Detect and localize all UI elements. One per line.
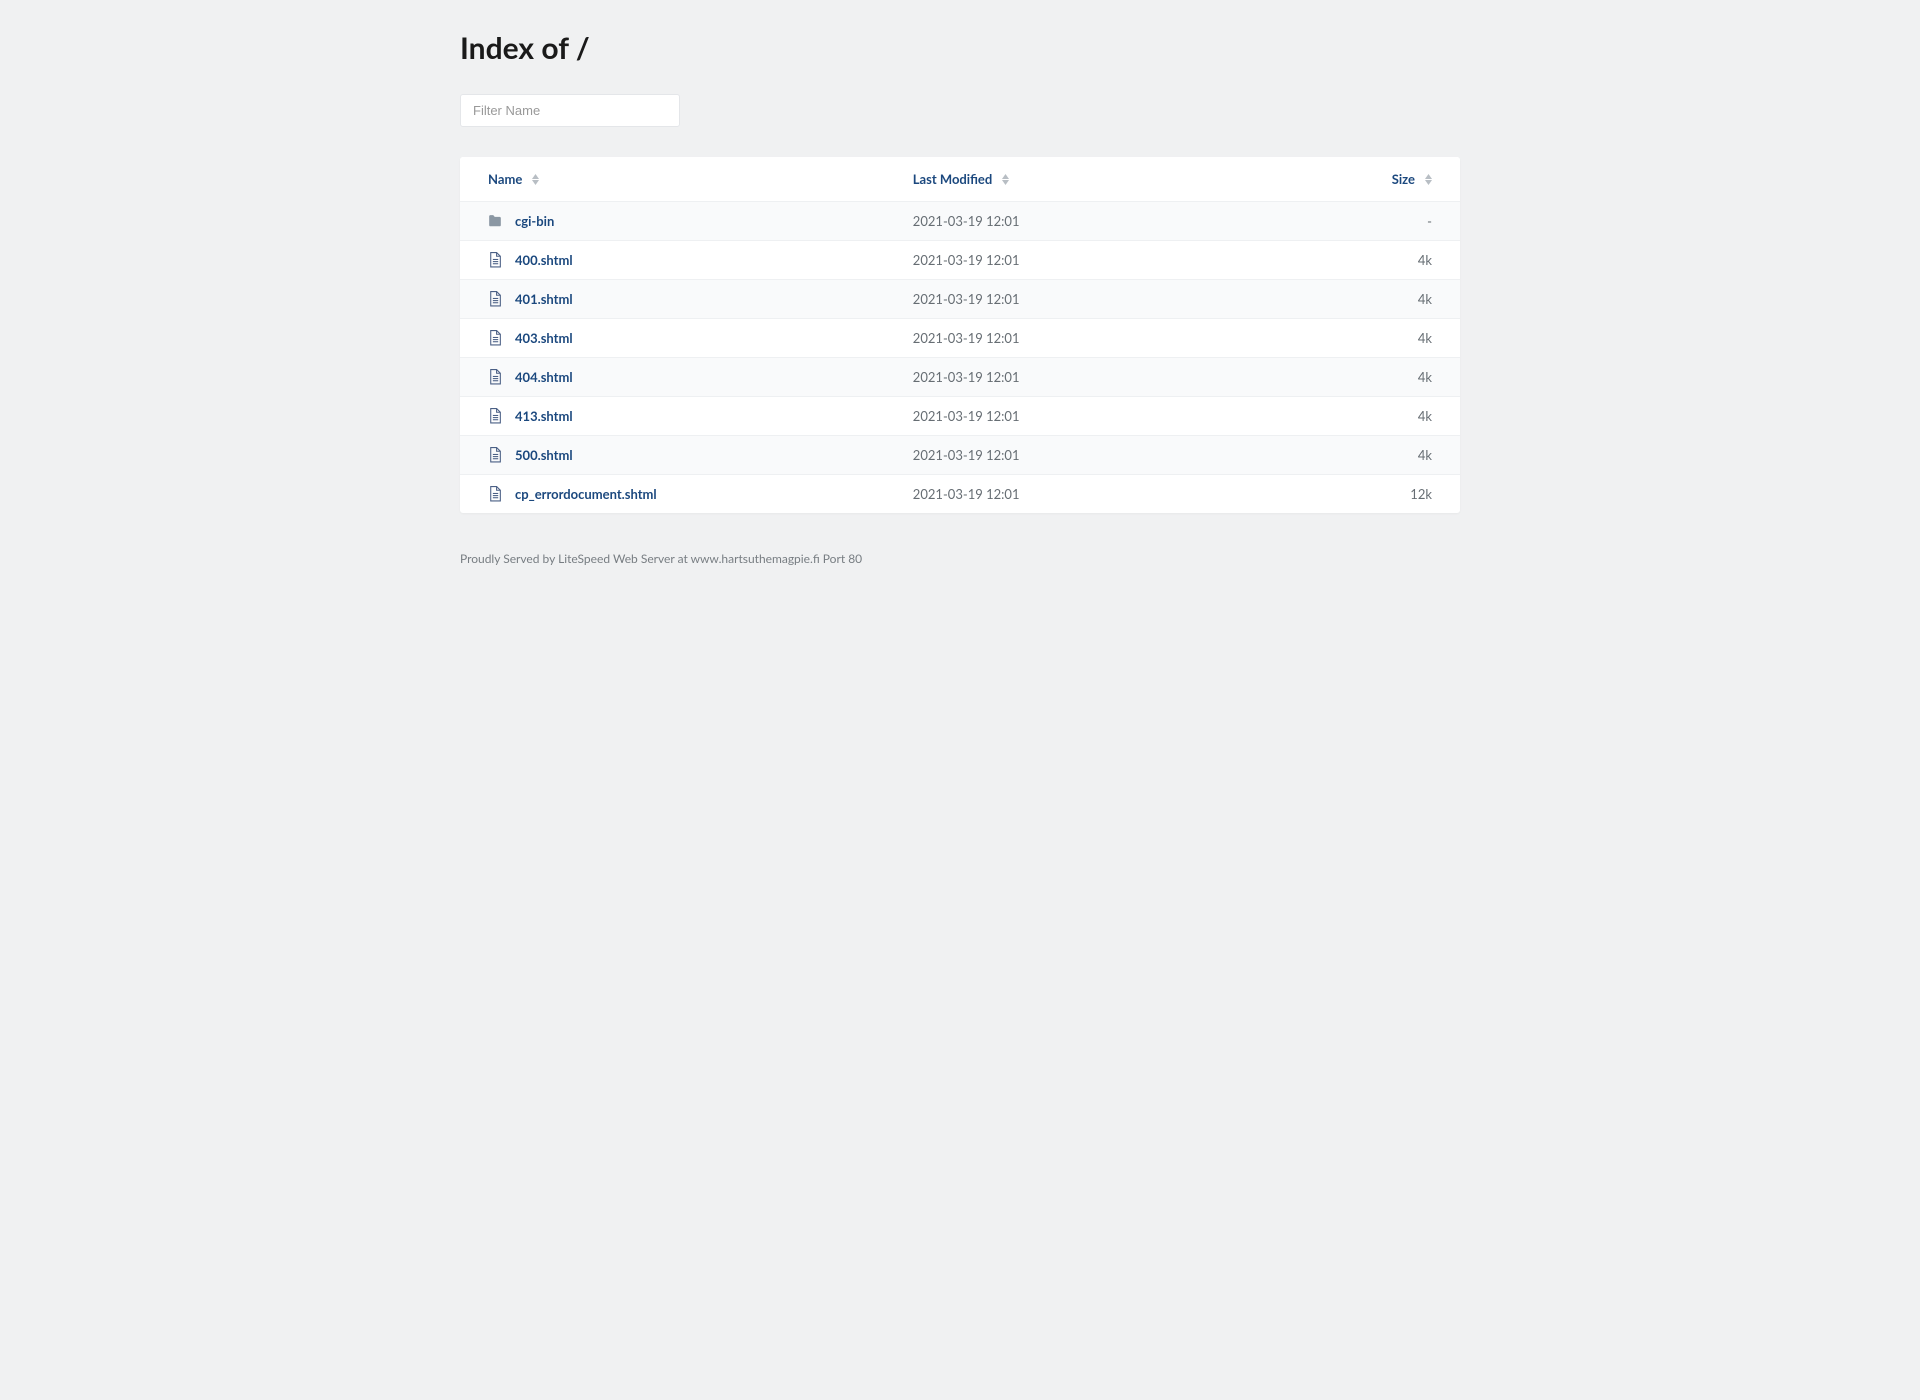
- file-icon: [488, 408, 502, 424]
- listing-header-row: Name Last Modified S: [460, 157, 1460, 202]
- sort-icon: [532, 174, 539, 185]
- entry-name-link[interactable]: cgi-bin: [515, 213, 554, 229]
- column-header-modified-label: Last Modified: [913, 171, 992, 187]
- listing-row: cp_errordocument.shtml 2021-03-19 12:0112…: [460, 474, 1460, 513]
- sort-icon: [1425, 174, 1432, 185]
- entry-modified: 2021-03-19 12:01: [913, 213, 1243, 229]
- entry-size: 4k: [1243, 369, 1432, 385]
- entry-modified: 2021-03-19 12:01: [913, 408, 1243, 424]
- listing-row: 404.shtml 2021-03-19 12:014k: [460, 357, 1460, 396]
- entry-name-link[interactable]: 403.shtml: [515, 330, 573, 346]
- file-icon: [488, 447, 502, 463]
- listing-row: 401.shtml 2021-03-19 12:014k: [460, 279, 1460, 318]
- column-header-name[interactable]: Name: [488, 171, 539, 187]
- listing-row: 403.shtml 2021-03-19 12:014k: [460, 318, 1460, 357]
- entry-modified: 2021-03-19 12:01: [913, 330, 1243, 346]
- entry-modified: 2021-03-19 12:01: [913, 486, 1243, 502]
- listing-row: 400.shtml 2021-03-19 12:014k: [460, 240, 1460, 279]
- entry-size: 4k: [1243, 252, 1432, 268]
- file-icon: [488, 291, 502, 307]
- entry-modified: 2021-03-19 12:01: [913, 291, 1243, 307]
- filter-name-input[interactable]: [460, 94, 680, 127]
- entry-name-link[interactable]: 500.shtml: [515, 447, 573, 463]
- entry-name-link[interactable]: cp_errordocument.shtml: [515, 486, 657, 502]
- listing-row: cgi-bin 2021-03-19 12:01-: [460, 202, 1460, 240]
- entry-name-link[interactable]: 401.shtml: [515, 291, 573, 307]
- entry-name-link[interactable]: 404.shtml: [515, 369, 573, 385]
- entry-name-link[interactable]: 413.shtml: [515, 408, 573, 424]
- listing-row: 500.shtml 2021-03-19 12:014k: [460, 435, 1460, 474]
- entry-size: 4k: [1243, 447, 1432, 463]
- file-icon: [488, 252, 502, 268]
- column-header-size[interactable]: Size: [1392, 171, 1432, 187]
- entry-size: 4k: [1243, 408, 1432, 424]
- file-icon: [488, 369, 502, 385]
- page-title: Index of /: [460, 30, 1460, 66]
- entry-size: 4k: [1243, 291, 1432, 307]
- column-header-size-label: Size: [1392, 171, 1415, 187]
- listing-row: 413.shtml 2021-03-19 12:014k: [460, 396, 1460, 435]
- column-header-name-label: Name: [488, 171, 522, 187]
- entry-name-link[interactable]: 400.shtml: [515, 252, 573, 268]
- entry-size: -: [1243, 213, 1432, 229]
- column-header-modified[interactable]: Last Modified: [913, 171, 1009, 187]
- folder-icon: [488, 213, 502, 229]
- entry-modified: 2021-03-19 12:01: [913, 369, 1243, 385]
- server-footer: Proudly Served by LiteSpeed Web Server a…: [460, 551, 1460, 566]
- directory-listing: Name Last Modified S: [460, 157, 1460, 513]
- sort-icon: [1002, 174, 1009, 185]
- entry-modified: 2021-03-19 12:01: [913, 447, 1243, 463]
- entry-modified: 2021-03-19 12:01: [913, 252, 1243, 268]
- entry-size: 12k: [1243, 486, 1432, 502]
- file-icon: [488, 330, 502, 346]
- entry-size: 4k: [1243, 330, 1432, 346]
- file-icon: [488, 486, 502, 502]
